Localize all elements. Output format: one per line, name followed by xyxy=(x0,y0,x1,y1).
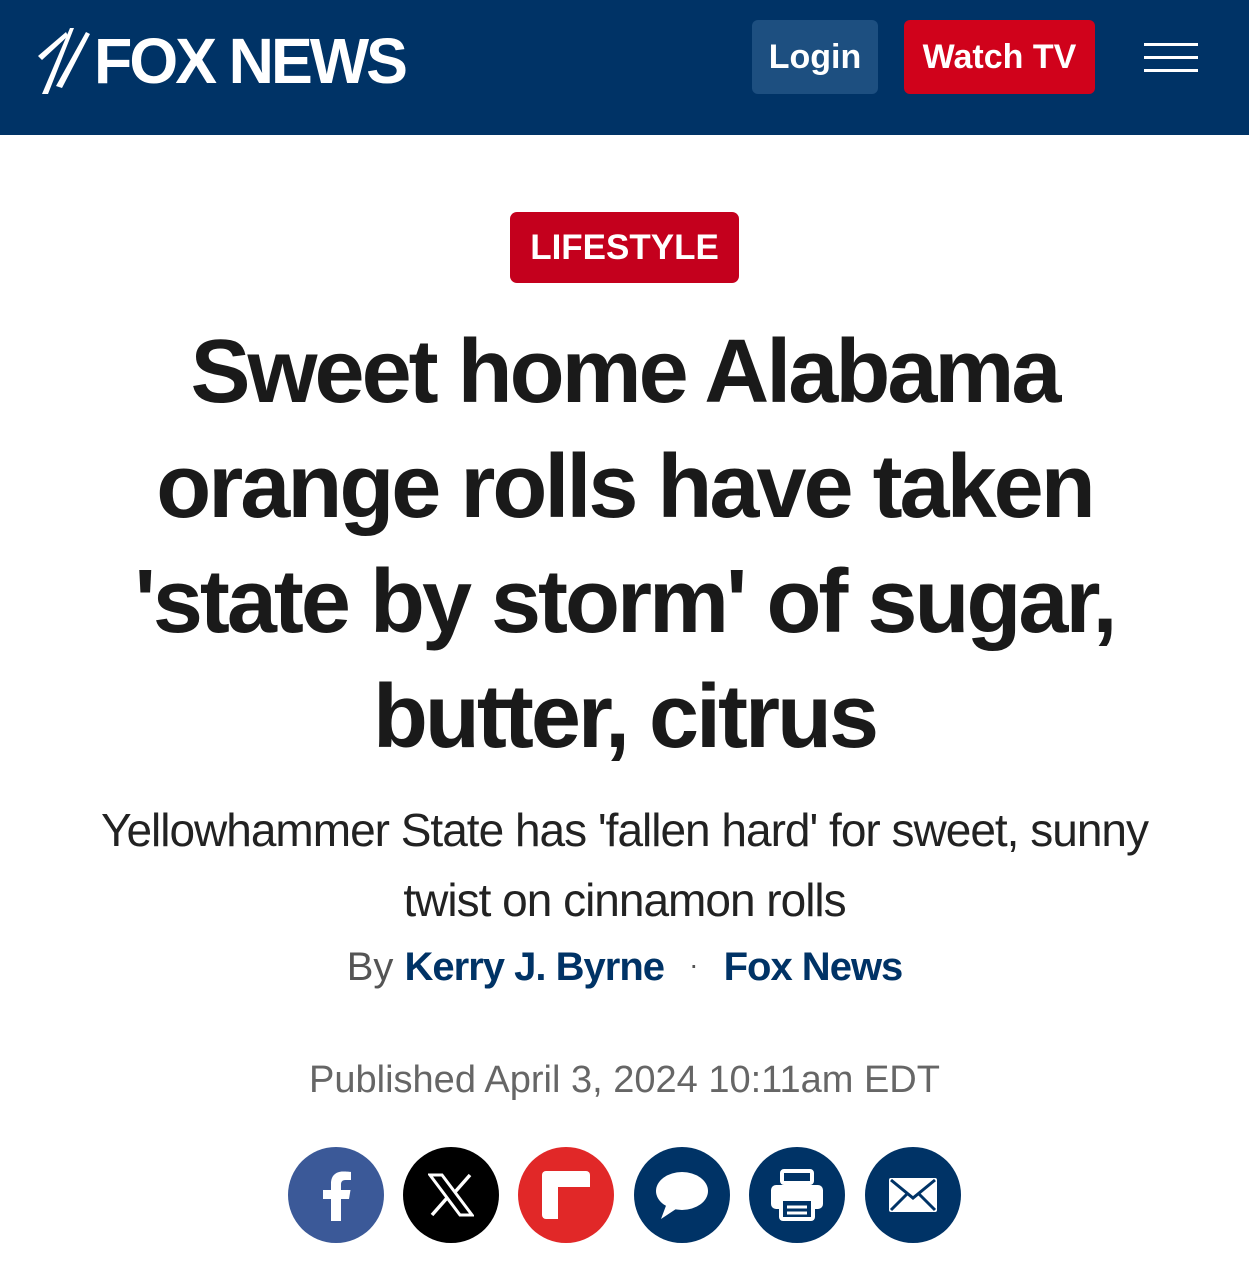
article-subhead: Yellowhammer State has 'fallen hard' for… xyxy=(100,804,1149,926)
outlet-link[interactable]: Fox News xyxy=(724,945,904,989)
fox-news-logo[interactable]: FOX NEWS xyxy=(36,26,411,96)
flipboard-share-button[interactable] xyxy=(518,1147,614,1243)
login-button[interactable]: Login xyxy=(752,20,878,94)
x-icon xyxy=(428,1173,474,1217)
logo-wordmark: FOX NEWS xyxy=(94,25,408,97)
published-date: Published April 3, 2024 10:11am EDT xyxy=(309,1059,940,1101)
share-bar xyxy=(288,1147,962,1243)
comment-icon xyxy=(656,1172,708,1219)
site-header: FOX NEWS Login Watch TV xyxy=(0,0,1249,135)
email-icon xyxy=(889,1178,937,1212)
hamburger-menu-icon[interactable] xyxy=(1144,40,1198,74)
flipboard-icon xyxy=(542,1171,590,1219)
byline-separator: · xyxy=(689,949,699,980)
x-share-button[interactable] xyxy=(403,1147,499,1243)
facebook-icon xyxy=(323,1171,351,1221)
category-badge[interactable]: LIFESTYLE xyxy=(510,212,739,283)
searchlight-icon xyxy=(38,28,90,94)
facebook-share-button[interactable] xyxy=(288,1147,384,1243)
byline: By Kerry J. Byrne · Fox News xyxy=(60,935,1189,997)
author-link[interactable]: Kerry J. Byrne xyxy=(405,945,665,989)
print-icon xyxy=(771,1169,823,1221)
watch-tv-button[interactable]: Watch TV xyxy=(904,20,1095,94)
email-share-button[interactable] xyxy=(865,1147,961,1243)
byline-prefix: By xyxy=(346,945,394,989)
comments-button[interactable] xyxy=(634,1147,730,1243)
print-button[interactable] xyxy=(749,1147,845,1243)
article-headline: Sweet home Alabama orange rolls have tak… xyxy=(134,322,1117,767)
